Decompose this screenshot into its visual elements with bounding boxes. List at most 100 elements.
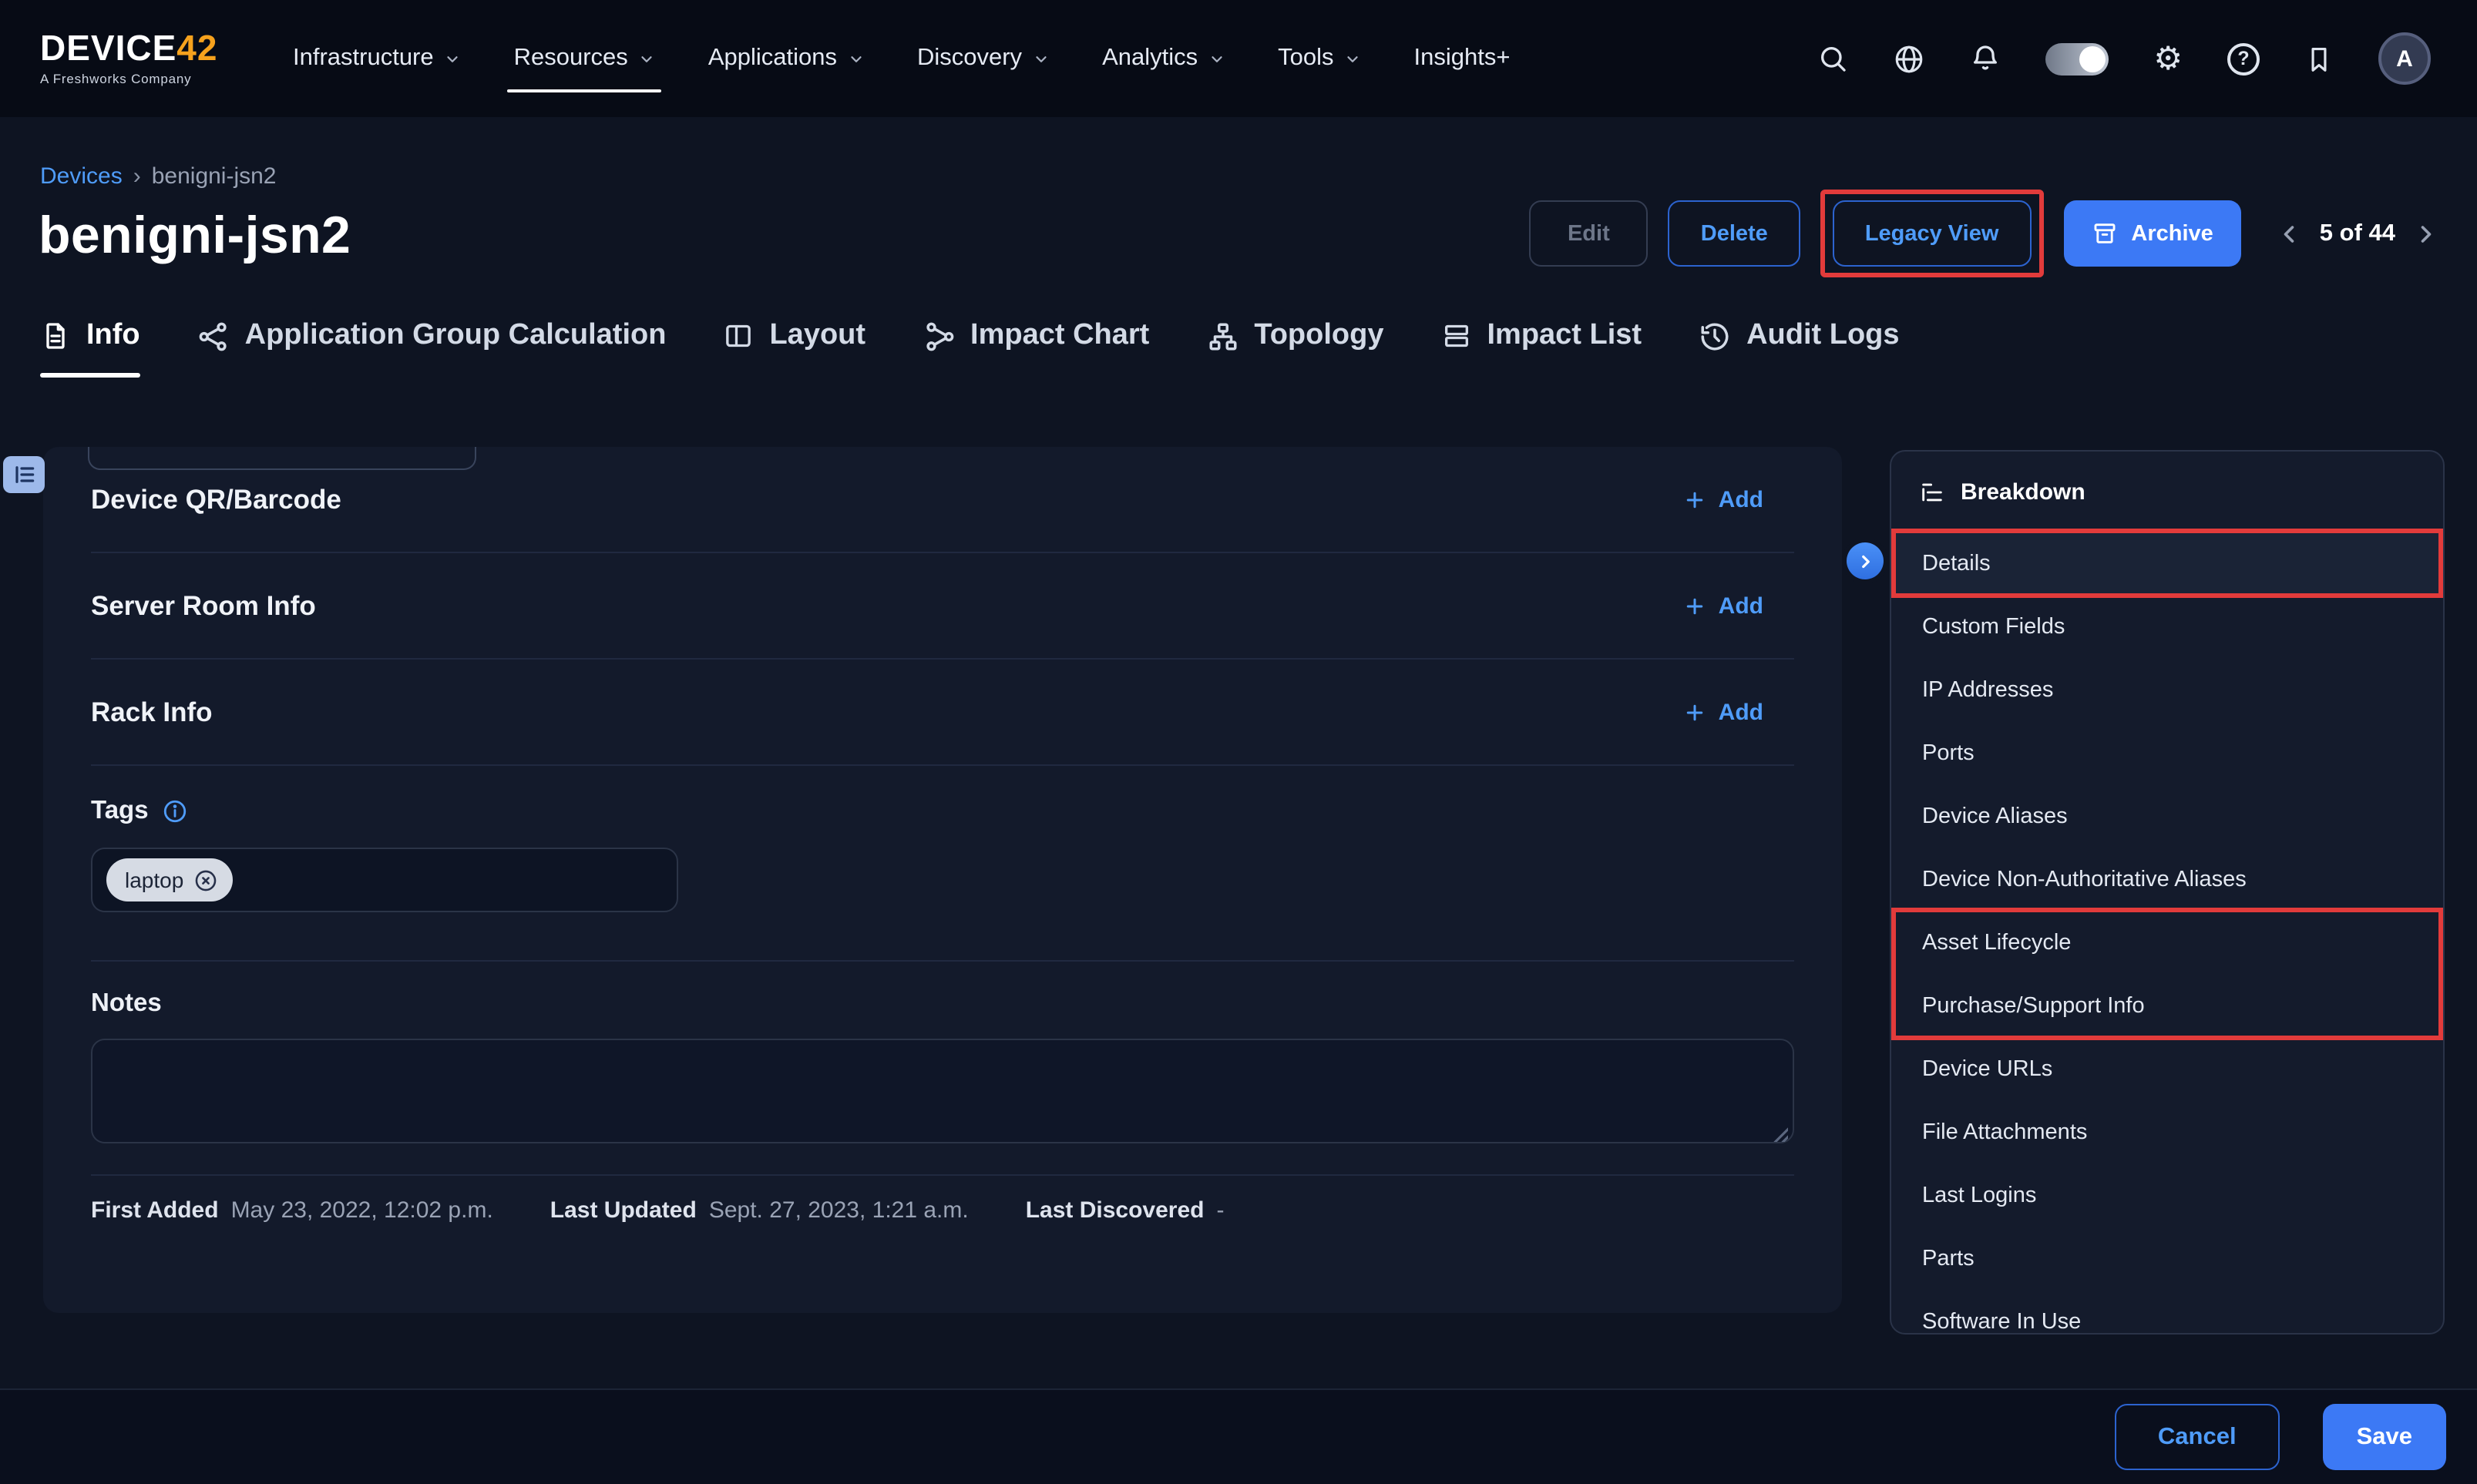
page-title: benigni-jsn2	[39, 206, 351, 267]
sidebar-item-file-attachments[interactable]: File Attachments	[1891, 1100, 2443, 1163]
tab-topology[interactable]: Topology	[1206, 319, 1383, 378]
sidebar-item-purchase-support-info[interactable]: Purchase/Support Info	[1891, 974, 2443, 1037]
plus-icon	[1683, 594, 1706, 617]
bottom-action-bar: Cancel Save	[0, 1388, 2477, 1484]
collapse-sidebar-button[interactable]	[1847, 542, 1884, 579]
breakdown-title: Breakdown	[1961, 478, 2085, 505]
top-nav-utilities: ⚙ A	[1817, 32, 2431, 85]
document-icon	[40, 321, 71, 351]
tab-info[interactable]: Info	[40, 319, 140, 378]
chevron-right-icon	[1855, 551, 1875, 571]
bookmark-icon[interactable]	[2304, 44, 2334, 73]
plus-icon	[1683, 488, 1706, 511]
share-network-icon	[197, 320, 230, 352]
archive-button[interactable]: Archive	[2063, 200, 2240, 267]
breadcrumb-devices-link[interactable]: Devices	[40, 163, 123, 190]
cancel-button[interactable]: Cancel	[2115, 1404, 2280, 1470]
info-panel: Device QR/Barcode Add Server Room Info A…	[43, 447, 1842, 1313]
globe-icon[interactable]	[1893, 42, 1925, 75]
add-server-room-button[interactable]: Add	[1683, 593, 1763, 619]
first-added-meta: First AddedMay 23, 2022, 12:02 p.m.	[91, 1197, 493, 1224]
sidebar-item-ports[interactable]: Ports	[1891, 721, 2443, 784]
detail-tabs: Info Application Group Calculation Layou…	[40, 319, 2477, 378]
nav-item-analytics[interactable]: Analytics	[1102, 45, 1225, 72]
pagination-label: 5 of 44	[2320, 220, 2395, 247]
device42-logo[interactable]: DEVICE42 A Freshworks Company	[40, 32, 253, 86]
nav-item-label: Insights+	[1414, 45, 1511, 72]
list-icon	[12, 462, 36, 487]
notifications-bell-icon[interactable]	[1970, 43, 2001, 74]
sidebar-item-last-logins[interactable]: Last Logins	[1891, 1163, 2443, 1227]
logo-accent: 42	[176, 29, 217, 69]
notes-label: Notes	[91, 989, 1794, 1019]
pagination: 5 of 44	[2275, 220, 2440, 247]
breakdown-icon	[1919, 478, 1945, 505]
breakdown-sidebar: Breakdown Details Custom Fields IP Addre…	[1890, 450, 2445, 1335]
remove-tag-icon[interactable]	[193, 867, 219, 893]
tab-label: Info	[86, 319, 140, 353]
add-button-label: Add	[1719, 699, 1763, 725]
sidebar-item-device-aliases[interactable]: Device Aliases	[1891, 784, 2443, 848]
save-button[interactable]: Save	[2323, 1404, 2446, 1470]
user-avatar[interactable]: A	[2378, 32, 2431, 85]
notes-textarea[interactable]	[91, 1039, 1794, 1143]
breadcrumb-separator: ›	[133, 163, 141, 190]
chevron-right-icon[interactable]	[2412, 220, 2440, 247]
sidebar-item-asset-lifecycle[interactable]: Asset Lifecycle	[1891, 911, 2443, 974]
add-qr-barcode-button[interactable]: Add	[1683, 486, 1763, 512]
last-discovered-meta: Last Discovered-	[1026, 1197, 1225, 1224]
logo-tagline: A Freshworks Company	[40, 73, 253, 86]
info-icon[interactable]	[163, 798, 189, 824]
chevron-down-icon	[639, 50, 656, 67]
nav-item-infrastructure[interactable]: Infrastructure	[293, 45, 462, 72]
add-button-label: Add	[1719, 486, 1763, 512]
sidebar-item-device-urls[interactable]: Device URLs	[1891, 1037, 2443, 1100]
nav-item-label: Applications	[708, 45, 837, 72]
nav-item-insights[interactable]: Insights+	[1414, 45, 1511, 72]
plus-icon	[1683, 700, 1706, 724]
sidebar-item-software-in-use[interactable]: Software In Use	[1891, 1290, 2443, 1335]
tab-impact-list[interactable]: Impact List	[1440, 319, 1642, 378]
chevron-down-icon	[445, 50, 462, 67]
notes-section: Notes	[91, 962, 1794, 1176]
breadcrumb-current: benigni-jsn2	[152, 163, 277, 190]
topology-sitemap-icon	[1206, 320, 1238, 352]
sidebar-item-device-non-authoritative-aliases[interactable]: Device Non-Authoritative Aliases	[1891, 848, 2443, 911]
settings-gear-icon[interactable]: ⚙	[2153, 42, 2183, 75]
sidebar-item-details[interactable]: Details	[1891, 532, 2443, 595]
search-icon[interactable]	[1817, 43, 1848, 74]
nav-item-label: Infrastructure	[293, 45, 434, 72]
nav-item-discovery[interactable]: Discovery	[917, 45, 1050, 72]
truncated-field[interactable]	[88, 447, 476, 470]
tags-input[interactable]: laptop	[91, 848, 678, 912]
nav-item-applications[interactable]: Applications	[708, 45, 865, 72]
theme-toggle[interactable]	[2045, 42, 2109, 75]
notes-textarea-wrapper	[91, 1039, 1794, 1151]
nav-item-tools[interactable]: Tools	[1278, 45, 1361, 72]
breadcrumb: Devices › benigni-jsn2	[40, 163, 277, 190]
edit-button[interactable]: Edit	[1529, 200, 1649, 267]
sidebar-item-parts[interactable]: Parts	[1891, 1227, 2443, 1290]
tags-section: Tags laptop	[91, 766, 1794, 962]
nav-item-label: Resources	[514, 45, 628, 72]
tag-chip: laptop	[106, 858, 233, 901]
sidebar-item-custom-fields[interactable]: Custom Fields	[1891, 595, 2443, 658]
nav-item-resources[interactable]: Resources	[514, 45, 656, 72]
chevron-left-icon[interactable]	[2275, 220, 2303, 247]
logo-text: DEVICE	[40, 29, 176, 69]
tab-application-group-calculation[interactable]: Application Group Calculation	[197, 319, 667, 378]
breakdown-header: Breakdown	[1891, 452, 2443, 532]
tab-audit-logs[interactable]: Audit Logs	[1699, 319, 1899, 378]
tab-label: Impact List	[1487, 319, 1642, 353]
help-icon[interactable]	[2227, 42, 2260, 75]
main-navigation: Infrastructure Resources Applications Di…	[293, 45, 1510, 72]
tab-impact-chart[interactable]: Impact Chart	[923, 319, 1149, 378]
tab-layout[interactable]: Layout	[723, 319, 865, 378]
panel-toggle-button[interactable]	[3, 456, 45, 493]
sidebar-item-ip-addresses[interactable]: IP Addresses	[1891, 658, 2443, 721]
add-button-label: Add	[1719, 593, 1763, 619]
delete-button[interactable]: Delete	[1669, 200, 1800, 267]
legacy-view-button[interactable]: Legacy View	[1833, 200, 2032, 267]
add-rack-info-button[interactable]: Add	[1683, 699, 1763, 725]
history-icon	[1699, 320, 1731, 352]
